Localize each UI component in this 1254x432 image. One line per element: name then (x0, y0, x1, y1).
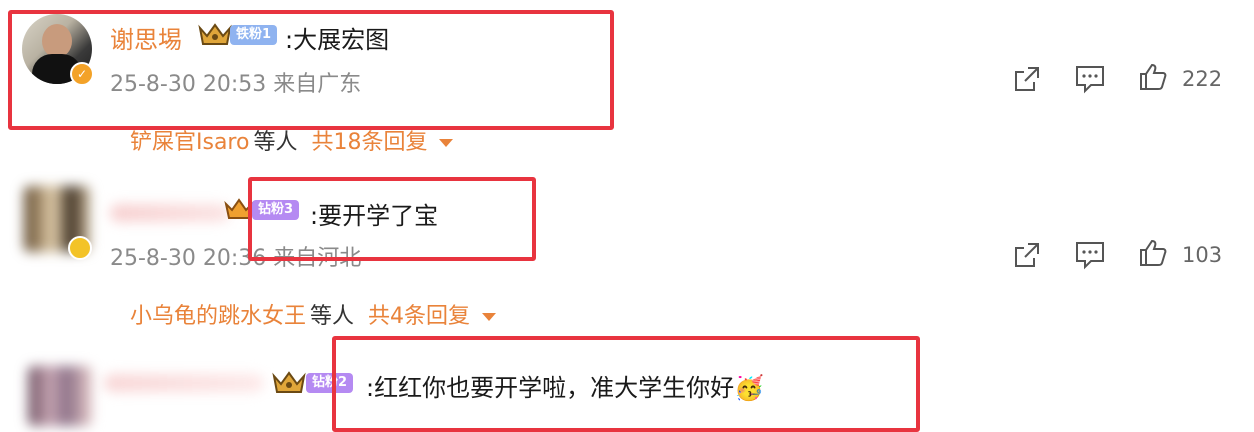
share-icon (1012, 240, 1042, 274)
reply-summary[interactable]: 小乌龟的跳水女王 等人 共4条回复 (130, 298, 497, 330)
highlight-box-3 (332, 336, 920, 432)
dropdown-caret-icon[interactable] (439, 139, 454, 147)
crown-icon (272, 370, 306, 400)
reply-count[interactable]: 共18条回复 (311, 130, 427, 155)
reply-users[interactable]: 铲屎官Isaro (130, 130, 249, 155)
dropdown-caret-icon[interactable] (482, 313, 497, 321)
highlight-box-2 (248, 177, 536, 261)
like-count: 222 (1182, 67, 1223, 91)
verified-icon (68, 236, 92, 260)
like-button[interactable]: 222 (1138, 62, 1222, 96)
comment-icon (1074, 64, 1106, 98)
highlight-box-1 (8, 10, 614, 130)
share-button[interactable] (1012, 64, 1042, 98)
like-icon (1138, 62, 1168, 96)
username-redacted (110, 204, 230, 222)
avatar[interactable] (28, 366, 92, 426)
like-button[interactable]: 103 (1138, 238, 1222, 272)
comment-button[interactable] (1074, 240, 1106, 274)
share-button[interactable] (1012, 240, 1042, 274)
comment-icon (1074, 240, 1106, 274)
username-redacted (104, 374, 264, 392)
reply-etc: 等人 (310, 304, 355, 329)
reply-users[interactable]: 小乌龟的跳水女王 (130, 304, 306, 329)
comment-button[interactable] (1074, 64, 1106, 98)
share-icon (1012, 64, 1042, 98)
like-count: 103 (1182, 243, 1223, 267)
reply-etc: 等人 (253, 130, 298, 155)
reply-count[interactable]: 共4条回复 (368, 304, 470, 329)
like-icon (1138, 238, 1168, 272)
